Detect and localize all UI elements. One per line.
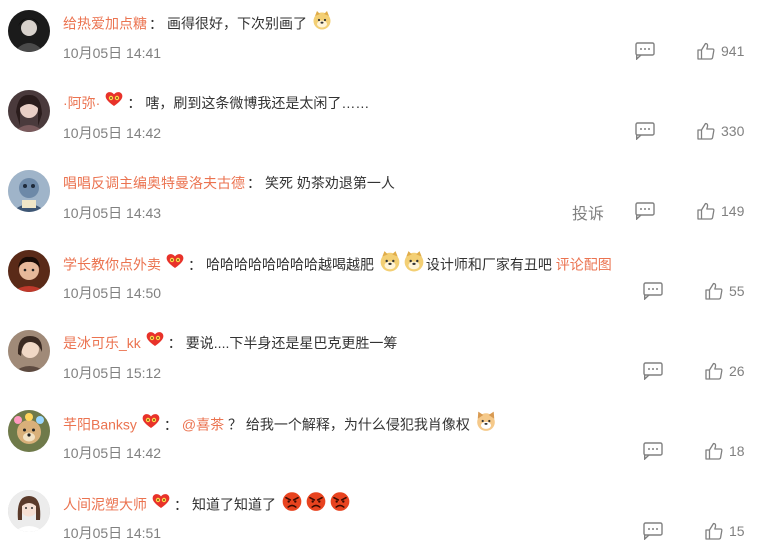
avatar[interactable] (8, 250, 50, 292)
like-button[interactable]: 149 (697, 202, 744, 220)
angry-face-emoji-icon (305, 490, 327, 518)
comment-time: 10月05日 14:50 (63, 285, 162, 301)
reply-icon[interactable] (643, 442, 663, 461)
avatar[interactable] (8, 410, 50, 452)
comment-item: ·阿弥· ：嗐，刷到这条微博我还是太闲了…… 10月05日 14:42 330 (0, 80, 762, 160)
like-button[interactable]: 15 (705, 522, 745, 540)
vip-badge-icon (105, 91, 123, 113)
vip-badge-icon (166, 253, 184, 275)
avatar[interactable] (8, 170, 50, 212)
comment-separator: ： (163, 416, 178, 433)
reply-icon[interactable] (643, 522, 663, 541)
comment-separator: ： (174, 496, 188, 513)
comment-time: 10月05日 14:41 (63, 45, 162, 61)
vip-badge-icon (142, 413, 160, 435)
comment-separator: ： (247, 175, 261, 191)
comment-text: 要说....下半身还是星巴克更胜一筹 (185, 335, 398, 351)
username-link[interactable]: 人间泥塑大师 (63, 497, 147, 513)
thumbs-up-icon (697, 122, 715, 140)
doge-emoji-icon (403, 250, 425, 278)
doge-emoji-icon (312, 10, 332, 36)
doge-emoji-icon (379, 250, 401, 278)
thumbs-up-icon (705, 522, 723, 540)
comment-time: 10月05日 14:42 (63, 445, 162, 461)
thumbs-up-icon (705, 282, 723, 300)
username-link[interactable]: 学长教你点外卖 (63, 257, 161, 273)
comment-text: ？ 给我一个解释，为什么侵犯我肖像权 (224, 416, 470, 433)
comment-text-continued: 设计师和厂家有丑吧 (425, 256, 552, 273)
thumbs-up-icon (697, 202, 715, 220)
thumbs-up-icon (697, 42, 715, 60)
username-link[interactable]: ·阿弥· (63, 95, 100, 111)
username-link[interactable]: 给热爱加点糖 (63, 16, 147, 32)
comment-item: 唱唱反调主编奥特曼洛夫古德：笑死 奶茶劝退第一人 10月05日 14:43 投诉… (0, 160, 762, 240)
report-link[interactable]: 投诉 (572, 200, 604, 224)
reply-icon[interactable] (635, 122, 655, 141)
reply-icon[interactable] (643, 282, 663, 301)
comment-text: 嗐，刷到这条微博我还是太闲了…… (145, 95, 370, 111)
comment-time: 10月05日 14:43 (63, 205, 162, 221)
avatar[interactable] (8, 10, 50, 52)
comment-item: 给热爱加点糖：画得很好，下次别画了 10月05日 14:41 941 (0, 0, 762, 80)
avatar[interactable] (8, 490, 50, 532)
reply-icon[interactable] (643, 362, 663, 381)
angry-face-emoji-icon (329, 490, 351, 518)
like-count: 941 (721, 43, 745, 59)
reply-icon[interactable] (635, 42, 655, 61)
comment-text: 知道了知道了 (192, 496, 276, 513)
comment-item: 是冰可乐_kk：要说....下半身还是星巴克更胜一筹 10月05日 15:12 … (0, 320, 762, 400)
like-button[interactable]: 18 (705, 442, 745, 460)
like-button[interactable]: 330 (697, 122, 744, 140)
username-link[interactable]: 芊阳Banksy (63, 417, 137, 433)
angry-face-emoji-icon (281, 490, 303, 518)
like-count: 26 (729, 363, 745, 379)
comment-text: 笑死 奶茶劝退第一人 (265, 175, 395, 191)
comment-separator: ： (149, 15, 163, 32)
mention-link[interactable]: @喜茶 (182, 417, 224, 433)
comment-time: 10月05日 14:42 (63, 125, 162, 141)
like-count: 55 (729, 283, 745, 299)
username-link[interactable]: 唱唱反调主编奥特曼洛夫古德 (63, 175, 245, 191)
avatar[interactable] (8, 330, 50, 372)
comment-time: 10月05日 14:51 (63, 525, 162, 541)
like-button[interactable]: 941 (697, 42, 744, 60)
comment-picture-link[interactable]: 评论配图 (556, 257, 612, 273)
like-count: 149 (721, 203, 745, 219)
username-link[interactable]: 是冰可乐_kk (63, 335, 141, 351)
comment-separator: ： (127, 95, 142, 111)
reply-icon[interactable] (635, 202, 655, 221)
comment-item: 学长教你点外卖 ：哈哈哈哈哈哈哈哈越喝越肥 设计师和厂家有丑吧 评论配图 10月0… (0, 240, 762, 320)
comment-list: 给热爱加点糖：画得很好，下次别画了 10月05日 14:41 941 ·阿弥·：… (0, 0, 762, 556)
dog-emoji-icon (475, 410, 497, 438)
like-count: 18 (729, 443, 745, 459)
thumbs-up-icon (705, 362, 723, 380)
comment-text: 画得很好，下次别画了 (167, 15, 307, 32)
like-count: 15 (729, 523, 745, 539)
comment-item: 芊阳Banksy ： @喜茶 ？ 给我一个解释，为什么侵犯我肖像权 10月05日 1… (0, 400, 762, 480)
comment-separator: ： (167, 335, 182, 351)
comment-separator: ： (188, 256, 202, 273)
avatar[interactable] (8, 90, 50, 132)
vip-badge-icon (146, 331, 164, 353)
thumbs-up-icon (705, 442, 723, 460)
comment-item: 人间泥塑大师 ：知道了知道了 10月05日 14:51 15 (0, 480, 762, 560)
like-button[interactable]: 26 (705, 362, 745, 380)
like-count: 330 (721, 123, 745, 139)
like-button[interactable]: 55 (705, 282, 745, 300)
comment-time: 10月05日 15:12 (63, 365, 162, 381)
vip-badge-icon (152, 493, 170, 515)
comment-text: 哈哈哈哈哈哈哈哈越喝越肥 (206, 256, 374, 273)
